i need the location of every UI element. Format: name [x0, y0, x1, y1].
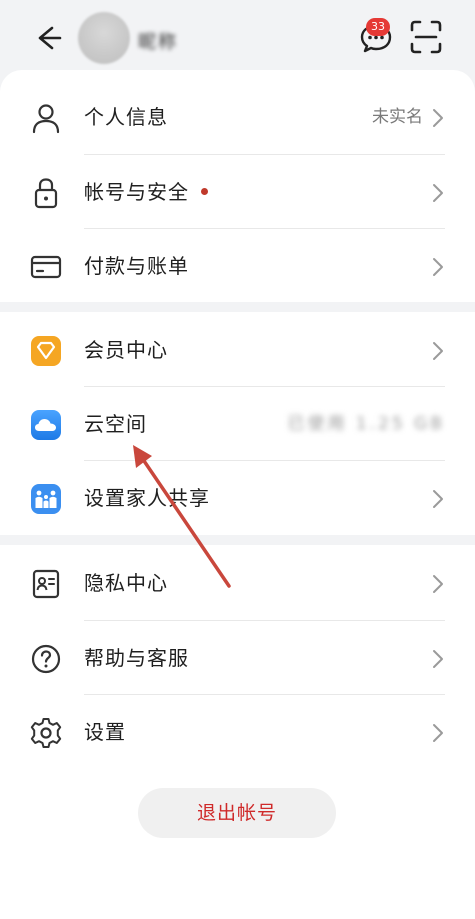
- chevron-right-icon: [433, 342, 443, 360]
- chevron-right-icon: [433, 650, 443, 668]
- credit-card-icon: [30, 255, 62, 279]
- row-help-support[interactable]: 帮助与客服: [0, 621, 475, 696]
- chevron-right-icon: [433, 724, 443, 742]
- chevron-right-icon: [433, 258, 443, 276]
- row-payment-billing[interactable]: 付款与账单: [0, 229, 475, 304]
- top-bar: 昵称 33: [0, 0, 475, 70]
- row-account-security[interactable]: 帐号与安全: [0, 155, 475, 230]
- row-label: 付款与账单: [84, 254, 189, 278]
- row-member-center[interactable]: 会员中心: [0, 313, 475, 388]
- row-cloud-space[interactable]: 云空间 已使用 1.25 GB: [0, 387, 475, 462]
- avatar[interactable]: [78, 12, 130, 64]
- row-family-sharing[interactable]: 设置家人共享: [0, 461, 475, 536]
- row-label: 云空间: [84, 412, 147, 436]
- row-privacy-center[interactable]: 隐私中心: [0, 546, 475, 621]
- notification-dot: [201, 188, 208, 195]
- chevron-right-icon: [433, 575, 443, 593]
- row-personal-info[interactable]: 个人信息 未实名: [0, 80, 475, 155]
- help-question-icon: [31, 644, 61, 674]
- section-gap: [0, 302, 475, 312]
- gear-icon: [30, 718, 62, 748]
- row-label: 帮助与客服: [84, 646, 189, 670]
- privacy-id-icon: [32, 569, 60, 599]
- username: 昵称: [138, 32, 178, 53]
- member-diamond-icon: [31, 336, 61, 366]
- family-icon: [31, 484, 61, 514]
- chevron-right-icon: [433, 109, 443, 127]
- person-icon: [32, 104, 60, 134]
- real-name-status: 未实名: [372, 107, 423, 127]
- section-gap: [0, 535, 475, 545]
- row-label: 隐私中心: [84, 571, 168, 595]
- scan-icon[interactable]: [408, 18, 444, 56]
- cloud-icon: [31, 410, 61, 440]
- back-arrow-icon[interactable]: [30, 20, 66, 56]
- chevron-right-icon: [433, 490, 443, 508]
- cloud-usage: 已使用 1.25 GB: [287, 414, 445, 434]
- message-count-badge: 33: [366, 18, 390, 36]
- row-label: 个人信息: [84, 105, 168, 129]
- logout-button[interactable]: 退出帐号: [138, 788, 336, 838]
- row-label: 会员中心: [84, 338, 168, 362]
- row-settings[interactable]: 设置: [0, 695, 475, 770]
- chevron-right-icon: [433, 184, 443, 202]
- row-label: 设置家人共享: [84, 486, 210, 510]
- row-label: 设置: [84, 720, 126, 744]
- lock-icon: [34, 178, 58, 209]
- row-label: 帐号与安全: [84, 180, 189, 204]
